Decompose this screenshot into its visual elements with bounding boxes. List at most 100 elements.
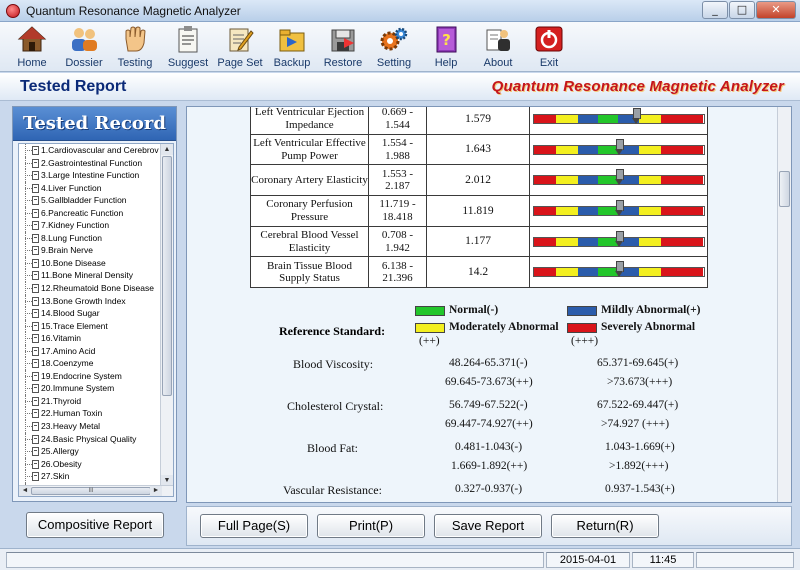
record-tree-item-label: 20.Immune System <box>41 383 115 394</box>
toolbar-testing-button[interactable]: Testing <box>107 25 163 71</box>
result-normal-range: 6.138 - 21.396 <box>368 256 427 289</box>
record-tree-item[interactable]: 3.Large Intestine Function <box>19 169 161 182</box>
record-tree-item[interactable]: 17.Amino Acid <box>19 344 161 358</box>
toolbar-dossier-button[interactable]: Dossier <box>56 25 112 71</box>
record-tree-item[interactable]: 5.Gallbladder Function <box>19 194 161 207</box>
toolbar-exit-button[interactable]: Exit <box>521 25 577 71</box>
toolbar-restore-button[interactable]: Restore <box>315 25 371 71</box>
toolbar-backup-button[interactable]: Backup <box>264 25 320 71</box>
record-tree-item[interactable]: 1.Cardiovascular and Cerebrov <box>19 144 161 157</box>
record-tree-item[interactable]: 15.Trace Element <box>19 319 161 333</box>
record-tree-item[interactable]: 2.Gastrointestinal Function <box>19 156 161 170</box>
record-tree-item[interactable]: 25.Allergy <box>19 445 161 458</box>
result-gauge <box>532 199 705 216</box>
record-tree-item[interactable]: 11.Bone Mineral Density <box>19 269 161 283</box>
brand-logo-text: Quantum Resonance Magnetic Analyzer <box>491 78 784 95</box>
toolbar-suggest-button[interactable]: Suggest <box>160 25 216 71</box>
gauge-segment-blue <box>577 114 599 123</box>
record-tree-item[interactable]: 24.Basic Physical Quality <box>19 432 161 446</box>
minimize-button[interactable]: _ <box>702 1 728 19</box>
scroll-right-button[interactable]: ► <box>150 486 162 496</box>
yellow-swatch <box>415 323 445 333</box>
close-button[interactable]: ✕ <box>756 1 796 19</box>
record-tree-item-label: 2.Gastrointestinal Function <box>41 157 143 168</box>
record-tree-item[interactable]: 26.Obesity <box>19 457 161 471</box>
record-tree-item[interactable]: 8.Lung Function <box>19 231 161 245</box>
save-report-button[interactable]: Save Report <box>434 514 542 538</box>
result-actual-value: 1.177 <box>426 225 530 258</box>
compositive-report-button[interactable]: Compositive Report <box>26 512 164 538</box>
about-person-icon <box>486 29 510 51</box>
record-tree-item-label: 15.Trace Element <box>41 320 108 331</box>
gauge-segment-blue <box>577 206 599 215</box>
record-tree-item[interactable]: 20.Immune System <box>19 382 161 395</box>
hand-icon <box>125 26 146 52</box>
result-gauge <box>532 230 705 247</box>
toolbar-about-button[interactable]: About <box>470 25 526 71</box>
record-tree-item[interactable]: 27.Skin <box>19 470 161 483</box>
status-date: 2015-04-01 <box>546 552 630 568</box>
report-vscrollbar[interactable] <box>777 107 791 502</box>
record-tree-item-label: 17.Amino Acid <box>41 345 96 356</box>
scroll-left-button[interactable]: ◄ <box>19 486 31 496</box>
tree-branch <box>25 212 32 214</box>
result-actual-value: 11.819 <box>426 195 530 227</box>
gauge-segment-red <box>533 176 556 185</box>
record-tree-item[interactable]: 18.Coenzyme <box>19 357 161 370</box>
gauge-pointer-icon <box>614 230 624 247</box>
record-tree-item[interactable]: 4.Liver Function <box>19 181 161 195</box>
toolbar-pageset-button[interactable]: Page Set <box>212 25 268 71</box>
blue-swatch <box>567 306 597 316</box>
tested-record-panel: Tested Record 1.Cardiovascular and Cereb… <box>12 106 177 502</box>
report-content: Left Ventricular Ejection Impedance 0.669… <box>187 107 777 502</box>
toolbar-setting-button[interactable]: Setting <box>366 25 422 71</box>
toolbar-label: Page Set <box>217 57 263 69</box>
tree-branch <box>25 438 32 440</box>
record-tree-item[interactable]: 6.Pancreatic Function <box>19 206 161 220</box>
scroll-thumb[interactable] <box>162 156 172 396</box>
toolbar-label: Setting <box>376 57 412 69</box>
standard-value: 56.749-67.522(-) <box>449 399 528 411</box>
full-page-button[interactable]: Full Page(S) <box>200 514 308 538</box>
record-tree-item[interactable]: 10.Bone Disease <box>19 256 161 270</box>
standard-value: 65.371-69.645(+) <box>597 357 679 369</box>
record-tree-item[interactable]: 22.Human Toxin <box>19 407 161 421</box>
toolbar-label: Restore <box>323 57 363 69</box>
record-tree-item[interactable]: 16.Vitamin <box>19 332 161 345</box>
tree-branch <box>25 476 32 478</box>
standard-label: Blood Viscosity: <box>293 357 374 371</box>
toolbar-label: Testing <box>117 57 153 69</box>
window-controls: _ □ ✕ <box>702 1 796 19</box>
record-tree-item[interactable]: 19.Endocrine System <box>19 369 161 383</box>
tree-branch <box>25 200 32 202</box>
tree-branch <box>25 288 32 290</box>
record-tree-item-label: 23.Heavy Metal <box>41 421 101 432</box>
toolbar-home-button[interactable]: Home <box>4 25 60 71</box>
maximize-button[interactable]: □ <box>729 1 755 19</box>
record-tree-item[interactable]: 7.Kidney Function <box>19 219 161 232</box>
pencil-page-icon <box>229 28 254 52</box>
record-tree-item-label: 26.Obesity <box>41 458 82 469</box>
record-tree-vscrollbar[interactable]: ▲ ▼ <box>160 144 173 486</box>
record-tree-item[interactable]: 12.Rheumatoid Bone Disease <box>19 282 161 295</box>
scroll-up-button[interactable]: ▲ <box>161 144 173 155</box>
record-tree-item[interactable]: 14.Blood Sugar <box>19 307 161 320</box>
gauge-segment-yellow <box>638 268 661 277</box>
return-button[interactable]: Return(R) <box>551 514 659 538</box>
record-tree-item-label: 7.Kidney Function <box>41 220 110 231</box>
record-tree-item[interactable]: 21.Thyroid <box>19 394 161 408</box>
record-tree-item[interactable]: 23.Heavy Metal <box>19 420 161 433</box>
result-normal-range: 1.553 - 2.187 <box>368 164 427 197</box>
record-tree-item[interactable]: 13.Bone Growth Index <box>19 294 161 308</box>
print-button[interactable]: Print(P) <box>317 514 425 538</box>
scroll-thumb-horizontal[interactable]: III <box>31 487 151 495</box>
toolbar-help-button[interactable]: ? Help <box>418 25 474 71</box>
record-tree-hscrollbar[interactable]: ◄ III ► <box>19 485 173 496</box>
record-tree-item[interactable]: 9.Brain Nerve <box>19 244 161 257</box>
result-normal-range: 0.669 - 1.544 <box>368 107 427 135</box>
gauge-pointer-icon <box>631 107 641 124</box>
result-actual-value: 2.012 <box>426 164 530 197</box>
report-scroll-thumb[interactable] <box>779 171 790 207</box>
document-icon <box>32 321 39 331</box>
tree-branch <box>25 375 32 377</box>
